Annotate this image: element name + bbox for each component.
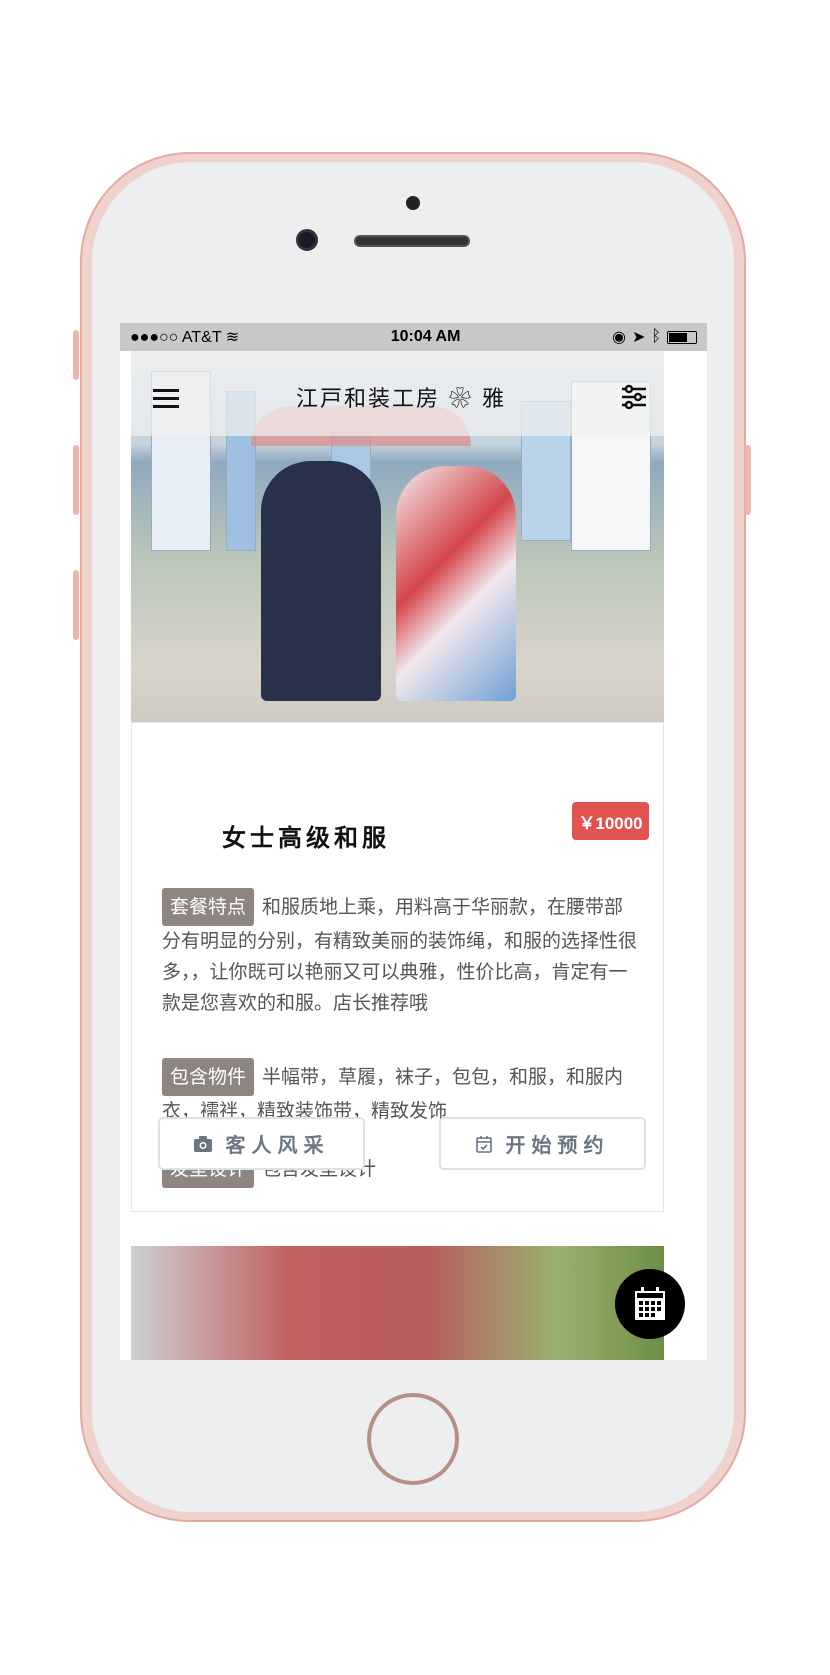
location-icon: ➤ <box>631 329 646 346</box>
battery-icon <box>666 330 697 344</box>
volume-down-button <box>73 570 79 640</box>
start-reservation-label: 开始预约 <box>505 1133 610 1157</box>
mute-switch <box>73 330 79 380</box>
screen: ●●●○○ AT&T ≋ 10:04 AM ◉ ➤ ᛒ 江戸和装工房 ❀ 雅 女… <box>120 323 707 1360</box>
carrier-signal: ●●●○○ AT&T ≋ <box>130 329 240 346</box>
status-time: 10:04 AM <box>390 328 461 345</box>
customer-gallery-button[interactable]: 客人风采 <box>158 1117 365 1170</box>
proximity-sensor <box>406 196 420 210</box>
calendar-fab-button[interactable] <box>615 1269 685 1339</box>
features-section: 套餐特点 和服质地上乘，用料高于华丽款，在腰带部分有明显的分别，有精致美丽的装饰绳… <box>162 888 642 1019</box>
start-reservation-button[interactable]: 开始预约 <box>439 1117 646 1170</box>
person-yukata <box>261 461 381 701</box>
camera-icon <box>193 1135 212 1152</box>
front-camera <box>296 229 318 251</box>
features-tag: 套餐特点 <box>162 888 255 926</box>
wifi-icon: ≋ <box>225 329 240 346</box>
status-icons: ◉ ➤ ᛒ <box>612 327 697 347</box>
filter-sliders-icon[interactable] <box>621 384 647 410</box>
calendar-check-icon <box>475 1135 492 1153</box>
hero-image: 江戸和装工房 ❀ 雅 <box>131 351 664 722</box>
customer-gallery-label: 客人风采 <box>225 1133 330 1157</box>
volume-up-button <box>73 445 79 515</box>
power-button <box>745 445 751 515</box>
app-logo: 江戸和装工房 ❀ 雅 <box>296 387 506 412</box>
items-tag: 包含物件 <box>162 1058 255 1096</box>
hamburger-menu-icon[interactable] <box>153 389 179 409</box>
earpiece-speaker <box>354 235 470 247</box>
price-badge: ￥10000 <box>572 802 649 840</box>
calendar-icon <box>635 1287 665 1320</box>
home-button[interactable] <box>367 1393 459 1485</box>
next-product-image <box>131 1246 664 1360</box>
status-bar: ●●●○○ AT&T ≋ 10:04 AM ◉ ➤ ᛒ <box>120 323 707 351</box>
product-title: 女士高级和服 <box>222 823 390 852</box>
person-kimono <box>396 466 516 701</box>
bluetooth-icon: ᛒ <box>651 328 661 345</box>
rotation-lock-icon: ◉ <box>612 329 626 346</box>
